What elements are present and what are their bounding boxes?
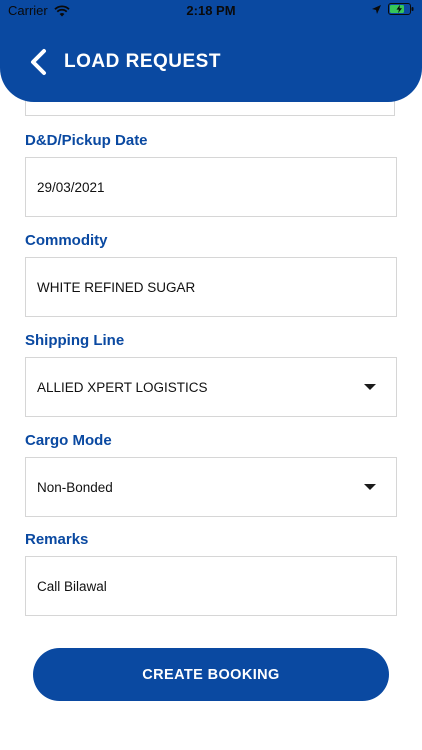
chevron-left-icon xyxy=(31,49,46,75)
back-button[interactable] xyxy=(22,45,56,79)
page-title: LOAD REQUEST xyxy=(64,51,221,72)
dropdown-arrow-icon xyxy=(364,484,376,490)
status-bar: Carrier 2:18 PM xyxy=(0,0,422,22)
nav-bar: LOAD REQUEST xyxy=(0,40,422,84)
status-icons xyxy=(371,3,414,15)
shipping-line-label: Shipping Line xyxy=(25,332,125,349)
cargo-mode-dropdown[interactable]: Non-Bonded xyxy=(25,457,397,517)
remarks-label: Remarks xyxy=(25,531,89,548)
shipping-line-value: ALLIED XPERT LOGISTICS xyxy=(37,379,208,395)
pickup-date-field[interactable]: 29/03/2021 xyxy=(25,157,397,217)
location-arrow-icon xyxy=(372,4,381,14)
commodity-field[interactable]: WHITE REFINED SUGAR xyxy=(25,257,397,317)
create-booking-button[interactable]: CREATE BOOKING xyxy=(33,648,389,701)
remarks-value: Call Bilawal xyxy=(37,578,107,594)
cargo-mode-label: Cargo Mode xyxy=(25,432,112,449)
commodity-value: WHITE REFINED SUGAR xyxy=(37,279,196,295)
remarks-field[interactable]: Call Bilawal xyxy=(25,556,397,616)
shipping-line-dropdown[interactable]: ALLIED XPERT LOGISTICS xyxy=(25,357,397,417)
commodity-label: Commodity xyxy=(25,232,108,249)
pickup-date-label: D&D/Pickup Date xyxy=(25,132,148,149)
cargo-mode-value: Non-Bonded xyxy=(37,479,113,495)
form-container: D&D/Pickup Date 29/03/2021 Commodity WHI… xyxy=(0,0,422,750)
status-time: 2:18 PM xyxy=(186,3,236,18)
dropdown-arrow-icon xyxy=(364,384,376,390)
pickup-date-value: 29/03/2021 xyxy=(37,179,105,195)
battery-charging-icon xyxy=(388,3,414,15)
create-booking-label: CREATE BOOKING xyxy=(142,666,280,683)
